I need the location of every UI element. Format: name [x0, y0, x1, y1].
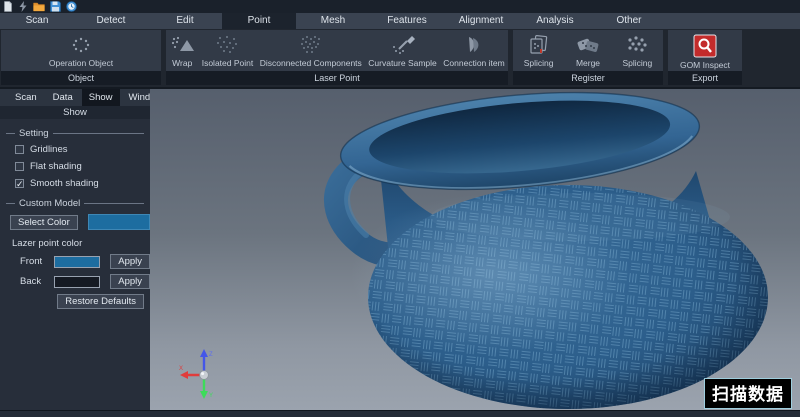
button-label: Splicing	[622, 58, 652, 68]
front-color-swatch[interactable]	[54, 256, 100, 268]
clock-icon[interactable]	[66, 1, 77, 12]
menu-item-alignment[interactable]: Alignment	[444, 13, 518, 29]
button-label: GOM Inspect	[680, 60, 730, 70]
smooth-shading-option[interactable]: ✓ Smooth shading	[15, 178, 150, 189]
back-label: Back	[20, 276, 54, 287]
button-label: Disconnected Components	[260, 58, 362, 68]
lazer-point-color-label: Lazer point color	[12, 238, 150, 249]
select-color-button[interactable]: Select Color	[10, 215, 78, 230]
gridlines-checkbox[interactable]	[15, 145, 24, 154]
button-label: Connection item	[443, 58, 504, 68]
isolated-point-icon	[214, 34, 240, 56]
splicing-button[interactable]: Splicing	[522, 33, 556, 69]
operation-object-icon	[69, 34, 93, 56]
connection-item-button[interactable]: Connection item	[441, 33, 506, 69]
scanned-model-pottery-jug[interactable]	[150, 89, 800, 410]
ribbon-group-label: Register	[513, 71, 663, 85]
menu-item-other[interactable]: Other	[592, 13, 666, 29]
wrap-button[interactable]: Wrap	[167, 33, 197, 69]
folder-icon[interactable]	[33, 1, 45, 12]
menu-item-analysis[interactable]: Analysis	[518, 13, 592, 29]
merge-button[interactable]: Merge	[573, 33, 603, 69]
connection-item-icon	[461, 34, 487, 56]
splicing-points-button[interactable]: Splicing	[620, 33, 654, 69]
setting-group-label: Setting	[6, 128, 144, 139]
tab-show[interactable]: Show	[82, 89, 120, 106]
viewport-3d[interactable]: Z Y X 扫描数据	[150, 89, 800, 410]
gridlines-option[interactable]: Gridlines	[15, 144, 150, 155]
flat-shading-option[interactable]: Flat shading	[15, 161, 150, 172]
statusbar	[0, 410, 800, 417]
ribbon-group-register: Splicing Merge	[513, 30, 663, 85]
application-window: Scan Detect Edit Point Mesh Features Ali…	[0, 0, 800, 417]
button-label: Wrap	[172, 58, 192, 68]
isolated-point-button[interactable]: Isolated Point	[200, 33, 256, 69]
menu-item-edit[interactable]: Edit	[148, 13, 222, 29]
document-icon[interactable]	[3, 1, 13, 12]
jug-shoulder-sheen	[430, 193, 730, 241]
merge-icon	[575, 34, 601, 56]
sidebar-panel: Scan Data Show Window Show Setting Gridl…	[0, 89, 150, 410]
operation-object-button[interactable]: Operation Object	[47, 33, 115, 69]
titlebar	[0, 0, 800, 13]
lightning-icon[interactable]	[18, 1, 28, 12]
axis-label-y: Y	[209, 393, 213, 399]
splicing-points-icon	[624, 34, 650, 56]
flat-shading-checkbox[interactable]	[15, 162, 24, 171]
flat-shading-label: Flat shading	[30, 161, 82, 172]
axis-label-x: X	[179, 366, 183, 372]
menu-item-mesh[interactable]: Mesh	[296, 13, 370, 29]
content-area: Scan Data Show Window Show Setting Gridl…	[0, 89, 800, 410]
save-icon[interactable]	[50, 1, 61, 12]
curvature-sample-icon	[390, 34, 416, 56]
smooth-shading-label: Smooth shading	[30, 178, 99, 189]
disconnected-components-icon	[298, 34, 324, 56]
tab-scan[interactable]: Scan	[8, 89, 44, 106]
back-apply-button[interactable]: Apply	[110, 274, 150, 289]
ribbon-group-label: Export	[668, 71, 742, 85]
button-label: Curvature Sample	[368, 58, 437, 68]
scan-data-badge: 扫描数据	[705, 379, 791, 408]
wrap-icon	[169, 34, 195, 56]
axis-triad: Z Y X	[178, 347, 230, 399]
model-color-swatch[interactable]	[88, 214, 150, 230]
front-apply-button[interactable]: Apply	[110, 254, 150, 269]
group-label-text: Setting	[19, 128, 49, 139]
smooth-shading-checkbox[interactable]: ✓	[15, 179, 24, 188]
ribbon-group-label: Laser Point	[166, 71, 508, 85]
ribbon-group-export: GOM Inspect Export	[668, 30, 742, 85]
group-label-text: Custom Model	[19, 198, 80, 209]
gom-inspect-button[interactable]: GOM Inspect	[678, 33, 732, 71]
ribbon-group-label: Object	[1, 71, 161, 85]
restore-defaults-button[interactable]: Restore Defaults	[57, 294, 144, 309]
tab-data[interactable]: Data	[46, 89, 80, 106]
front-color-row: Front Apply	[20, 254, 150, 269]
ribbon-group-laser-point: Wrap Isolated Point	[166, 30, 508, 85]
menubar: Scan Detect Edit Point Mesh Features Ali…	[0, 13, 800, 29]
panel-title: Show	[0, 106, 150, 119]
disconnected-components-button[interactable]: Disconnected Components	[258, 33, 364, 69]
sidebar-tabs: Scan Data Show Window	[0, 89, 150, 106]
ribbon-group-object: Operation Object Object	[1, 30, 161, 85]
splicing-documents-icon	[527, 34, 551, 56]
gridlines-label: Gridlines	[30, 144, 68, 155]
button-label: Operation Object	[49, 58, 113, 68]
menu-item-point[interactable]: Point	[222, 13, 296, 29]
restore-defaults-row: Restore Defaults	[0, 294, 144, 309]
button-label: Isolated Point	[202, 58, 254, 68]
menu-item-detect[interactable]: Detect	[74, 13, 148, 29]
button-label: Merge	[576, 58, 600, 68]
select-color-row: Select Color	[10, 214, 150, 230]
gom-inspect-icon	[693, 34, 717, 58]
curvature-sample-button[interactable]: Curvature Sample	[366, 33, 439, 69]
menu-item-scan[interactable]: Scan	[0, 13, 74, 29]
front-label: Front	[20, 256, 54, 267]
menu-item-features[interactable]: Features	[370, 13, 444, 29]
axis-label-z: Z	[209, 352, 213, 358]
ribbon-toolbar: Operation Object Object Wrap	[0, 29, 800, 89]
custom-model-group-label: Custom Model	[6, 198, 144, 209]
back-color-swatch[interactable]	[54, 276, 100, 288]
back-color-row: Back Apply	[20, 274, 150, 289]
button-label: Splicing	[524, 58, 554, 68]
